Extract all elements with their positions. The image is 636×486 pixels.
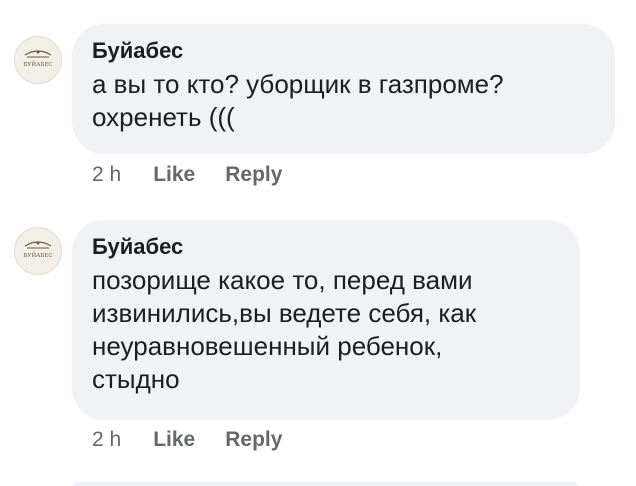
avatar-logo-text: БУЙАБЕС bbox=[23, 60, 52, 68]
comment-timestamp[interactable]: 2 h bbox=[92, 163, 121, 187]
reply-button[interactable]: Reply bbox=[225, 428, 282, 452]
comment-actions: 2 h Like Reply bbox=[92, 163, 312, 187]
comment-author[interactable]: Буйабес bbox=[92, 38, 593, 64]
comment-author[interactable]: Буйабес bbox=[92, 234, 558, 260]
comment-timestamp[interactable]: 2 h bbox=[92, 428, 121, 452]
avatar[interactable]: БУЙАБЕС bbox=[14, 36, 62, 84]
comment-actions: 2 h Like Reply bbox=[92, 428, 312, 452]
comment-bubble: Буйабес а вы то кто? уборщик в газпроме?… bbox=[72, 24, 615, 154]
next-comment-bubble-edge bbox=[72, 482, 578, 486]
like-button[interactable]: Like bbox=[153, 163, 195, 187]
like-button[interactable]: Like bbox=[153, 428, 195, 452]
page-logo-icon: БУЙАБЕС bbox=[23, 241, 53, 259]
avatar-logo-text: БУЙАБЕС bbox=[23, 251, 52, 259]
comment-text: а вы то кто? уборщик в газпроме? охренет… bbox=[92, 69, 504, 132]
reply-button[interactable]: Reply bbox=[225, 163, 282, 187]
page-logo-icon: БУЙАБЕС bbox=[23, 50, 53, 68]
comment-text: позорище какое то, перед вами извинились… bbox=[92, 265, 477, 394]
comment-bubble: Буйабес позорище какое то, перед вами из… bbox=[72, 220, 580, 420]
avatar[interactable]: БУЙАБЕС bbox=[14, 227, 62, 275]
